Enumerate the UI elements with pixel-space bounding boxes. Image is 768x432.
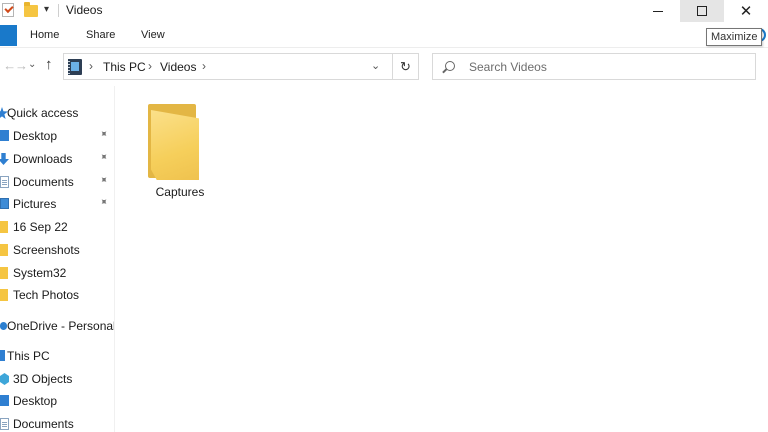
sidebar-item-label: 3D Objects bbox=[13, 372, 73, 386]
sidebar-item-label: Desktop bbox=[13, 129, 58, 143]
sidebar-item-label: System32 bbox=[13, 266, 67, 280]
refresh-button[interactable]: ↻ bbox=[393, 53, 419, 80]
forward-arrow-icon: → bbox=[15, 58, 28, 73]
search-icon bbox=[445, 61, 455, 71]
minimize-icon bbox=[653, 10, 663, 12]
file-list: Captures bbox=[116, 86, 768, 432]
pin-icon[interactable]: ✦ bbox=[96, 196, 110, 210]
pc-icon bbox=[0, 350, 5, 361]
folder-icon bbox=[0, 267, 8, 279]
navigation-pane: Quick access Desktop ✦ Downloads ✦ Docum… bbox=[0, 86, 115, 432]
refresh-icon: ↻ bbox=[400, 58, 411, 74]
breadcrumb-separator[interactable]: › bbox=[148, 59, 152, 73]
up-button[interactable]: ↑ bbox=[45, 56, 53, 73]
pin-icon[interactable]: ✦ bbox=[96, 174, 110, 188]
properties-icon[interactable] bbox=[2, 3, 14, 17]
breadcrumb-separator[interactable]: › bbox=[89, 59, 93, 73]
sidebar-item-label: This PC bbox=[7, 349, 50, 363]
maximize-icon bbox=[697, 6, 707, 16]
desktop-icon bbox=[0, 130, 9, 141]
sidebar-item-documents[interactable]: Documents ✦ bbox=[0, 172, 114, 192]
address-dropdown-icon[interactable]: ⌄ bbox=[371, 59, 380, 72]
tab-home[interactable]: Home bbox=[30, 29, 59, 41]
sidebar-item-label: OneDrive - Personal bbox=[7, 319, 115, 333]
forward-button[interactable]: → bbox=[15, 58, 28, 73]
3d-objects-icon bbox=[0, 373, 9, 385]
folder-icon bbox=[0, 289, 8, 301]
pictures-icon bbox=[0, 198, 9, 209]
sidebar-item-desktop[interactable]: Desktop ✦ bbox=[0, 126, 114, 146]
close-button[interactable]: ✕ bbox=[724, 0, 768, 22]
address-bar[interactable]: › This PC › Videos › ⌄ bbox=[63, 53, 393, 80]
onedrive-cloud-icon bbox=[0, 322, 7, 330]
sidebar-item-downloads[interactable]: Downloads ✦ bbox=[0, 149, 114, 169]
title-separator bbox=[58, 4, 59, 17]
sidebar-item-label: Documents bbox=[13, 417, 74, 431]
sidebar-item-onedrive[interactable]: OneDrive - Personal bbox=[0, 316, 115, 336]
folder-item-captures[interactable]: Captures bbox=[146, 100, 214, 200]
new-folder-icon[interactable] bbox=[24, 2, 38, 17]
downloads-icon bbox=[0, 153, 9, 165]
tab-view[interactable]: View bbox=[141, 29, 165, 41]
sidebar-item-screenshots[interactable]: Screenshots bbox=[0, 240, 114, 260]
maximize-tooltip: Maximize bbox=[706, 28, 763, 46]
ribbon: Home Share View bbox=[0, 22, 768, 48]
documents-icon bbox=[0, 418, 9, 430]
file-tab[interactable] bbox=[0, 25, 17, 46]
sidebar-item-label: 16 Sep 22 bbox=[13, 220, 68, 234]
sidebar-item-label: Downloads bbox=[13, 152, 73, 166]
title-bar: ▾ Videos ✕ bbox=[0, 0, 768, 22]
search-input[interactable] bbox=[469, 58, 749, 76]
sidebar-item-this-pc[interactable]: This PC bbox=[0, 346, 114, 366]
customize-quick-access-dropdown[interactable]: ▾ bbox=[44, 4, 49, 15]
sidebar-item-label: Desktop bbox=[13, 394, 58, 408]
recent-locations-button[interactable]: ⌄ bbox=[28, 59, 36, 70]
videos-library-icon bbox=[68, 59, 82, 75]
folder-name: Captures bbox=[155, 185, 205, 199]
desktop-icon bbox=[0, 395, 9, 406]
sidebar-item-label: Documents bbox=[13, 175, 74, 189]
sidebar-item-desktop-pc[interactable]: Desktop bbox=[0, 391, 114, 411]
window-title: Videos bbox=[66, 3, 103, 17]
sidebar-item-tech-photos[interactable]: Tech Photos bbox=[0, 285, 114, 305]
pin-icon[interactable]: ✦ bbox=[96, 151, 110, 165]
tab-share[interactable]: Share bbox=[86, 29, 115, 41]
sidebar-item-label: Tech Photos bbox=[13, 288, 80, 302]
up-arrow-icon: ↑ bbox=[45, 56, 53, 73]
maximize-button[interactable] bbox=[680, 0, 724, 22]
chevron-down-icon: ⌄ bbox=[28, 59, 37, 70]
breadcrumb-separator[interactable]: › bbox=[202, 59, 206, 73]
sidebar-item-3d-objects[interactable]: 3D Objects bbox=[0, 369, 114, 389]
close-icon: ✕ bbox=[739, 2, 753, 20]
sidebar-item-quick-access[interactable]: Quick access bbox=[0, 103, 114, 123]
sidebar-item-pictures[interactable]: Pictures ✦ bbox=[0, 194, 114, 214]
folder-icon bbox=[148, 104, 200, 180]
folder-icon bbox=[0, 244, 8, 256]
breadcrumb-videos[interactable]: Videos bbox=[160, 60, 196, 74]
sidebar-item-label: Quick access bbox=[7, 106, 79, 120]
breadcrumb-this-pc[interactable]: This PC bbox=[103, 60, 146, 74]
pin-icon[interactable]: ✦ bbox=[96, 128, 110, 142]
sidebar-item-documents-pc[interactable]: Documents bbox=[0, 414, 114, 432]
folder-icon bbox=[0, 221, 8, 233]
minimize-button[interactable] bbox=[636, 0, 680, 22]
navigation-bar: → → ⌄ ↑ › This PC › Videos › ⌄ ↻ bbox=[0, 48, 768, 86]
sidebar-item-16-sep-22[interactable]: 16 Sep 22 bbox=[0, 217, 114, 237]
sidebar-item-label: Pictures bbox=[13, 197, 57, 211]
sidebar-item-label: Screenshots bbox=[13, 243, 80, 257]
sidebar-item-system32[interactable]: System32 bbox=[0, 263, 114, 283]
documents-icon bbox=[0, 176, 9, 188]
search-box[interactable] bbox=[432, 53, 756, 80]
